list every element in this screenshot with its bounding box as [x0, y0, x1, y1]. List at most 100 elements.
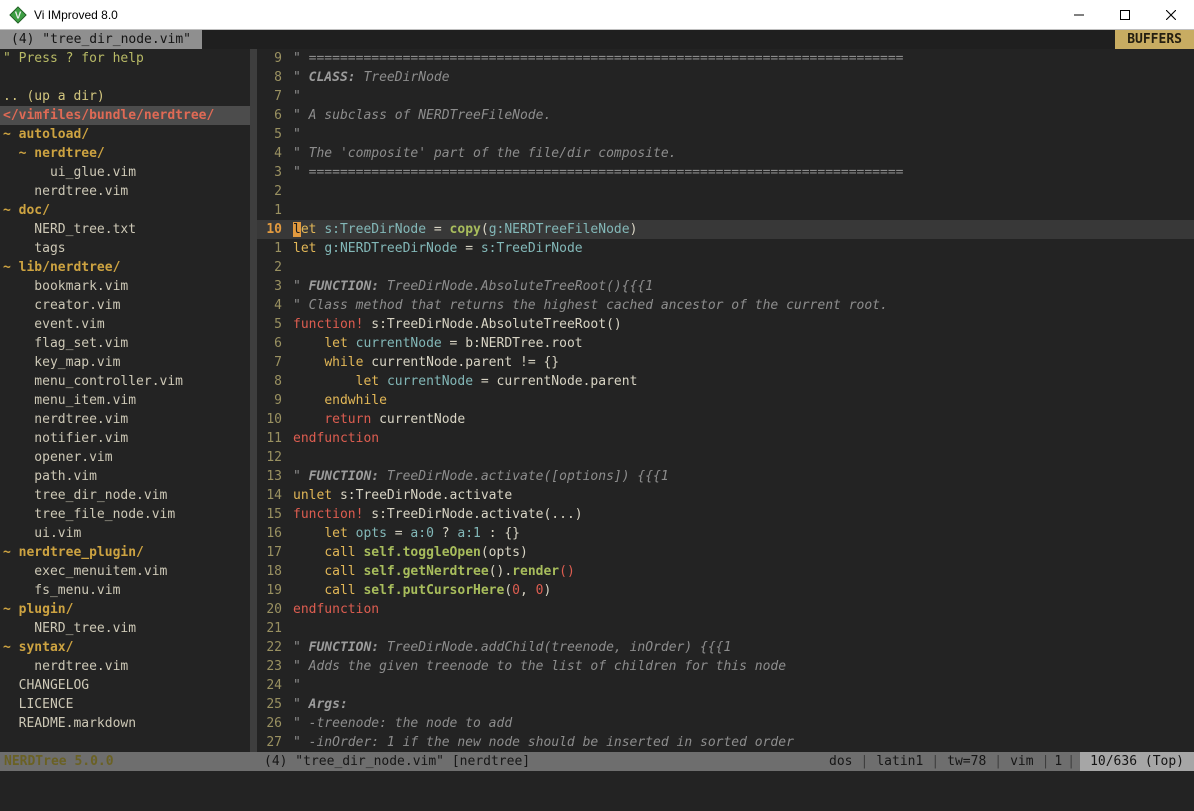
editor-pane[interactable]: 9" =====================================… — [257, 49, 1194, 752]
editor-line[interactable]: 26" -treenode: the node to add — [257, 714, 1194, 733]
nerdtree-item[interactable]: menu_controller.vim — [0, 372, 250, 391]
syntax-segment: currentNode — [356, 336, 442, 351]
editor-line[interactable]: 9" =====================================… — [257, 49, 1194, 68]
close-button[interactable] — [1148, 0, 1194, 29]
nerdtree-item[interactable]: ~ autoload/ — [0, 125, 250, 144]
editor-line[interactable]: 20endfunction — [257, 600, 1194, 619]
nerdtree-item[interactable]: tree_dir_node.vim — [0, 486, 250, 505]
editor-line[interactable]: 3" =====================================… — [257, 163, 1194, 182]
editor-line[interactable]: 1 — [257, 201, 1194, 220]
nerdtree-item[interactable]: CHANGELOG — [0, 676, 250, 695]
editor-line[interactable]: 12 — [257, 448, 1194, 467]
code-text: " -treenode: the node to add — [293, 714, 1194, 733]
nerdtree-item[interactable]: ~ nerdtree/ — [0, 144, 250, 163]
syntax-segment: TreeDirNode — [356, 70, 450, 85]
nerdtree-item[interactable]: ~ lib/nerdtree/ — [0, 258, 250, 277]
code-text: call self.toggleOpen(opts) — [293, 543, 1194, 562]
syntax-segment: = currentNode.parent — [473, 374, 637, 389]
statusline-window-number: 1 — [1049, 752, 1067, 771]
editor-line[interactable]: 1let g:NERDTreeDirNode = s:TreeDirNode — [257, 239, 1194, 258]
nerdtree-item[interactable]: path.vim — [0, 467, 250, 486]
editor-line[interactable]: 10let s:TreeDirNode = copy(g:NERDTreeFil… — [257, 220, 1194, 239]
editor-line[interactable]: 23" Adds the given treenode to the list … — [257, 657, 1194, 676]
command-line[interactable] — [0, 771, 1194, 811]
syntax-segment: FUNCTION: — [309, 469, 379, 484]
nerdtree-item[interactable]: fs_menu.vim — [0, 581, 250, 600]
editor-line[interactable]: 3" FUNCTION: TreeDirNode.AbsoluteTreeRoo… — [257, 277, 1194, 296]
nerdtree-item[interactable]: README.markdown — [0, 714, 250, 733]
nerdtree-item[interactable]: menu_item.vim — [0, 391, 250, 410]
line-number: 24 — [257, 676, 293, 695]
syntax-segment: let — [324, 526, 347, 541]
tab-active[interactable]: (4) "tree_dir_node.vim" — [0, 30, 202, 49]
editor-line[interactable]: 25" Args: — [257, 695, 1194, 714]
nerdtree-item[interactable]: ~ syntax/ — [0, 638, 250, 657]
nerdtree-item[interactable]: opener.vim — [0, 448, 250, 467]
nerdtree-item[interactable]: nerdtree.vim — [0, 182, 250, 201]
nerdtree-item[interactable]: LICENCE — [0, 695, 250, 714]
editor-line[interactable]: 7" — [257, 87, 1194, 106]
nerdtree-item[interactable]: event.vim — [0, 315, 250, 334]
nerdtree-item[interactable]: NERD_tree.vim — [0, 619, 250, 638]
code-text: " — [293, 125, 1194, 144]
maximize-button[interactable] — [1102, 0, 1148, 29]
editor-line[interactable]: 2 — [257, 258, 1194, 277]
minimize-button[interactable] — [1056, 0, 1102, 29]
nerdtree-pane[interactable]: " Press ? for help .. (up a dir)</vimfile… — [0, 49, 250, 752]
nerdtree-item[interactable]: ~ nerdtree_plugin/ — [0, 543, 250, 562]
editor-line[interactable]: 5function! s:TreeDirNode.AbsoluteTreeRoo… — [257, 315, 1194, 334]
nerdtree-item[interactable]: ui_glue.vim — [0, 163, 250, 182]
nerdtree-item[interactable]: NERD_tree.txt — [0, 220, 250, 239]
nerdtree-item[interactable]: ui.vim — [0, 524, 250, 543]
editor-line[interactable]: 22" FUNCTION: TreeDirNode.addChild(treen… — [257, 638, 1194, 657]
editor-line[interactable]: 4" Class method that returns the highest… — [257, 296, 1194, 315]
editor-line[interactable]: 11endfunction — [257, 429, 1194, 448]
editor-line[interactable]: 8 let currentNode = currentNode.parent — [257, 372, 1194, 391]
editor-line[interactable]: 18 call self.getNerdtree().render() — [257, 562, 1194, 581]
nerdtree-item[interactable]: tags — [0, 239, 250, 258]
window-separator[interactable] — [250, 49, 257, 752]
editor-line[interactable]: 14unlet s:TreeDirNode.activate — [257, 486, 1194, 505]
editor-line[interactable]: 6" A subclass of NERDTreeFileNode. — [257, 106, 1194, 125]
code-text: let currentNode = b:NERDTree.root — [293, 334, 1194, 353]
nerdtree-item[interactable]: ~ plugin/ — [0, 600, 250, 619]
nerdtree-item[interactable]: nerdtree.vim — [0, 657, 250, 676]
nerdtree-item[interactable]: .. (up a dir) — [0, 87, 250, 106]
editor-line[interactable]: 24" — [257, 676, 1194, 695]
nerdtree-item[interactable]: tree_file_node.vim — [0, 505, 250, 524]
line-number: 20 — [257, 600, 293, 619]
syntax-segment — [293, 583, 324, 598]
editor-line[interactable]: 4" The 'composite' part of the file/dir … — [257, 144, 1194, 163]
editor-line[interactable]: 8" CLASS: TreeDirNode — [257, 68, 1194, 87]
editor-line[interactable]: 21 — [257, 619, 1194, 638]
line-number: 3 — [257, 277, 293, 296]
nerdtree-item[interactable]: " Press ? for help — [0, 49, 250, 68]
editor-line[interactable]: 2 — [257, 182, 1194, 201]
editor-line[interactable]: 15function! s:TreeDirNode.activate(...) — [257, 505, 1194, 524]
editor-line[interactable]: 27" -inOrder: 1 if the new node should b… — [257, 733, 1194, 752]
editor-line[interactable]: 16 let opts = a:0 ? a:1 : {} — [257, 524, 1194, 543]
editor-line[interactable]: 10 return currentNode — [257, 410, 1194, 429]
code-text: endfunction — [293, 600, 1194, 619]
editor-line[interactable]: 19 call self.putCursorHere(0, 0) — [257, 581, 1194, 600]
editor-line[interactable]: 9 endwhile — [257, 391, 1194, 410]
nerdtree-item[interactable]: flag_set.vim — [0, 334, 250, 353]
nerdtree-item[interactable]: </vimfiles/bundle/nerdtree/ — [0, 106, 250, 125]
nerdtree-item[interactable]: exec_menuitem.vim — [0, 562, 250, 581]
nerdtree-item[interactable]: ~ doc/ — [0, 201, 250, 220]
statusline-encoding: latin1 — [868, 752, 931, 771]
nerdtree-item[interactable]: notifier.vim — [0, 429, 250, 448]
line-number: 18 — [257, 562, 293, 581]
editor-line[interactable]: 13" FUNCTION: TreeDirNode.activate([opti… — [257, 467, 1194, 486]
nerdtree-item[interactable]: bookmark.vim — [0, 277, 250, 296]
code-text: " FUNCTION: TreeDirNode.activate([option… — [293, 467, 1194, 486]
editor-line[interactable]: 7 while currentNode.parent != {} — [257, 353, 1194, 372]
editor-line[interactable]: 5" — [257, 125, 1194, 144]
syntax-segment: self.toggleOpen — [363, 545, 480, 560]
syntax-segment: " — [293, 127, 301, 142]
nerdtree-item[interactable]: nerdtree.vim — [0, 410, 250, 429]
nerdtree-item[interactable]: key_map.vim — [0, 353, 250, 372]
editor-line[interactable]: 17 call self.toggleOpen(opts) — [257, 543, 1194, 562]
nerdtree-item[interactable]: creator.vim — [0, 296, 250, 315]
editor-line[interactable]: 6 let currentNode = b:NERDTree.root — [257, 334, 1194, 353]
